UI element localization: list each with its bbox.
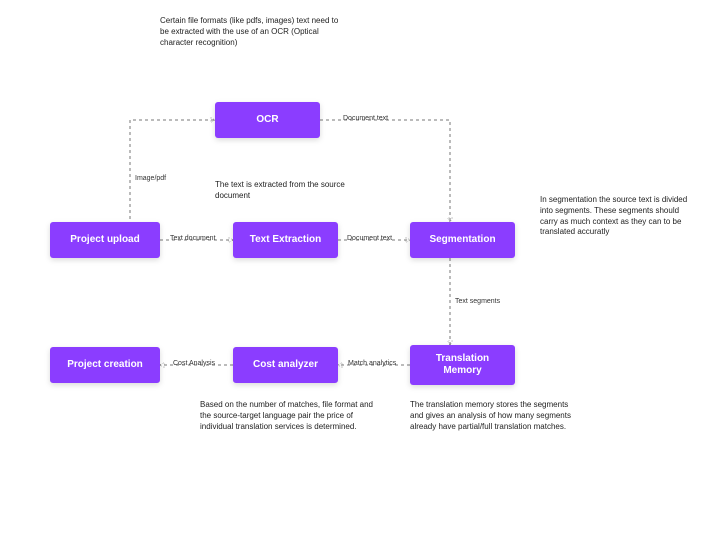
node-ocr: OCR (215, 102, 320, 138)
node-cost-analyzer: Cost analyzer (233, 347, 338, 383)
node-translation-memory: Translation Memory (410, 345, 515, 385)
desc-ocr: Certain file formats (like pdfs, images)… (160, 16, 345, 48)
diagram-canvas: Project upload OCR Text Extraction Segme… (0, 0, 720, 540)
edge-label-ocr-out: Document text (343, 115, 388, 122)
node-segmentation: Segmentation (410, 222, 515, 258)
edge-label-extraction-out: Document text (347, 235, 392, 242)
edge-label-cost-out: Cost Analysis (173, 360, 215, 367)
edge-label-text-document: Text document (170, 235, 216, 242)
desc-extraction: The text is extracted from the source do… (215, 180, 370, 202)
desc-tm: The translation memory stores the segmen… (410, 400, 575, 432)
edge-label-image-pdf: Image/pdf (135, 175, 166, 182)
node-project-creation: Project creation (50, 347, 160, 383)
edges-layer (0, 0, 720, 540)
node-text-extraction: Text Extraction (233, 222, 338, 258)
edge-label-seg-out: Text segments (455, 298, 500, 305)
node-project-upload: Project upload (50, 222, 160, 258)
desc-segmentation: In segmentation the source text is divid… (540, 195, 690, 238)
desc-cost: Based on the number of matches, file for… (200, 400, 375, 432)
edge-label-tm-out: Match analytics (348, 360, 396, 367)
